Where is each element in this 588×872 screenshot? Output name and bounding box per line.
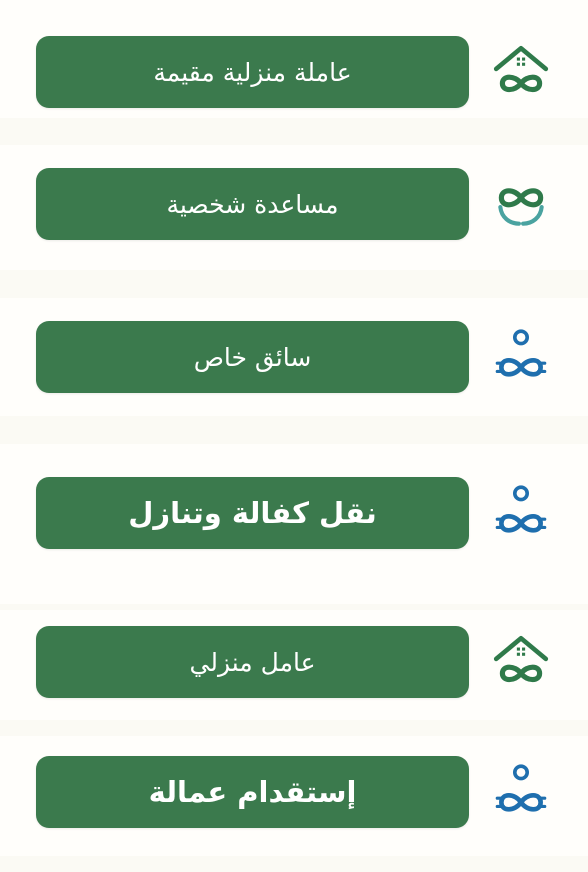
home-infinity-icon — [490, 41, 552, 103]
service-label: عاملة منزلية مقيمة — [153, 57, 352, 87]
private-driver-button[interactable]: سائق خاص — [36, 321, 469, 393]
personal-assistant-button[interactable]: مساعدة شخصية — [36, 168, 469, 240]
service-row-sponsorship-transfer: نقل كفالة وتنازل — [0, 477, 588, 549]
resident-housemaid-button[interactable]: عاملة منزلية مقيمة — [36, 36, 469, 108]
housemaid-button[interactable]: عامل منزلي — [36, 626, 469, 698]
service-label: إستقدام عمالة — [148, 775, 357, 809]
service-label: عامل منزلي — [189, 647, 316, 677]
home-infinity-icon — [490, 631, 552, 693]
service-row-labor-recruitment: إستقدام عمالة — [0, 756, 588, 828]
labor-recruitment-button[interactable]: إستقدام عمالة — [36, 756, 469, 828]
service-row-resident-housemaid: عاملة منزلية مقيمة — [0, 36, 588, 108]
service-row-personal-assistant: مساعدة شخصية — [0, 168, 588, 240]
service-label: نقل كفالة وتنازل — [128, 496, 377, 530]
service-row-housemaid: عامل منزلي — [0, 626, 588, 698]
person-infinity-icon — [490, 761, 552, 823]
hands-infinity-icon — [490, 173, 552, 235]
person-infinity-icon — [490, 326, 552, 388]
service-row-private-driver: سائق خاص — [0, 321, 588, 393]
service-label: مساعدة شخصية — [166, 189, 339, 219]
service-label: سائق خاص — [193, 342, 312, 372]
sponsorship-transfer-button[interactable]: نقل كفالة وتنازل — [36, 477, 469, 549]
person-infinity-icon — [490, 482, 552, 544]
